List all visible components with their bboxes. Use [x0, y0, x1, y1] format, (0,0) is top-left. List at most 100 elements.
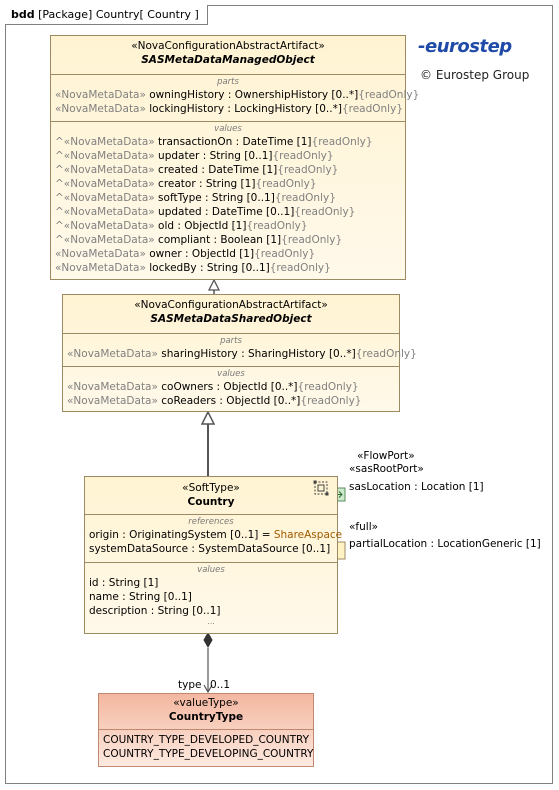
property-readonly: {readOnly} [281, 234, 343, 246]
property-row: ^«NovaMetaData» transactionOn : DateTime… [51, 135, 405, 149]
property-text: old : ObjectId [1] [154, 220, 247, 232]
country-stereotype: «SoftType» [182, 482, 240, 494]
property-stereotype: ^«NovaMetaData» [55, 192, 155, 204]
property-row: «NovaMetaData» coReaders : ObjectId [0..… [63, 394, 399, 408]
country-references-title: references [188, 517, 234, 527]
value-row: description : String [0..1] [89, 605, 221, 617]
property-readonly: {readOnly} [269, 262, 331, 274]
property-text: lockingHistory : LockingHistory [0..*] [145, 103, 342, 115]
managed-object-block[interactable]: «NovaConfigurationAbstractArtifact» SASM… [50, 35, 419, 280]
property-text: transactionOn : DateTime [1] [154, 136, 312, 148]
generalization-arrow-2 [200, 410, 216, 425]
country-values-compartment: values id : String [1] name : String [0..… [85, 562, 337, 626]
property-text: lockedBy : String [0..1] [145, 262, 270, 274]
reference-default: ShareAspace [273, 529, 343, 541]
flowport-stereotype: «FlowPort» [357, 450, 415, 462]
country-values-title: values [197, 565, 225, 575]
property-readonly: {readOnly} [300, 395, 362, 407]
property-stereotype: ^«NovaMetaData» [55, 164, 155, 176]
property-text: created : DateTime [1] [154, 164, 278, 176]
managed-values-compartment: values ^«NovaMetaData» transactionOn : D… [51, 121, 405, 275]
property-stereotype: ^«NovaMetaData» [55, 150, 155, 162]
property-readonly: {readOnly} [294, 206, 356, 218]
flowport-label: sasLocation : Location [1] [349, 481, 484, 493]
property-readonly: {readOnly} [358, 89, 420, 101]
property-readonly: {readOnly} [297, 381, 359, 393]
composition-diamond [203, 631, 213, 649]
countrytype-block[interactable]: «valueType» CountryType COUNTRY_TYPE_DEV… [98, 693, 314, 767]
managed-stereotype: «NovaConfigurationAbstractArtifact» [131, 40, 325, 52]
property-text: coReaders : ObjectId [0..*] [157, 395, 301, 407]
property-stereotype: ^«NovaMetaData» [55, 206, 155, 218]
property-readonly: {readOnly} [311, 136, 373, 148]
countrytype-literals: COUNTRY_TYPE_DEVELOPED_COUNTRY COUNTRY_TY… [99, 729, 313, 761]
managed-name: SASMetaDataManagedObject [141, 54, 315, 66]
property-row: ^«NovaMetaData» softType : String [0..1]… [51, 191, 405, 205]
association-multiplicity: 0..1 [210, 679, 231, 691]
property-stereotype: «NovaMetaData» [55, 248, 146, 260]
property-row: ^«NovaMetaData» compliant : Boolean [1]{… [51, 233, 405, 247]
country-values-ellipsis: ... [207, 617, 215, 626]
property-text: owningHistory : OwnershipHistory [0..*] [145, 89, 359, 101]
association-role: type [178, 679, 202, 691]
shared-values-compartment: values «NovaMetaData» coOwners : ObjectI… [63, 366, 399, 408]
countrytype-stereotype: «valueType» [173, 697, 239, 709]
shared-stereotype: «NovaConfigurationAbstractArtifact» [134, 299, 328, 311]
enum-literal: COUNTRY_TYPE_DEVELOPED_COUNTRY [103, 734, 310, 746]
property-row: «NovaMetaData» lockingHistory : LockingH… [51, 102, 405, 116]
property-row: ^«NovaMetaData» updater : String [0..1]{… [51, 149, 405, 163]
sasrootport-stereotype: «sasRootPort» [349, 463, 424, 475]
fullport-label: partialLocation : LocationGeneric [1] [349, 538, 541, 550]
property-stereotype: «NovaMetaData» [67, 348, 158, 360]
property-readonly: {readOnly} [355, 348, 417, 360]
value-row: name : String [0..1] [89, 591, 192, 603]
property-text: creator : String [1] [154, 178, 256, 190]
value-row: id : String [1] [89, 577, 159, 589]
reference-text: origin : OriginatingSystem [0..1] = [89, 529, 274, 541]
country-name: Country [187, 496, 235, 508]
property-stereotype: ^«NovaMetaData» [55, 220, 155, 232]
fullport-stereotype: «full» [349, 521, 379, 533]
property-row: «NovaMetaData» owningHistory : Ownership… [51, 88, 419, 102]
shared-parts-compartment: parts «NovaMetaData» sharingHistory : Sh… [63, 333, 417, 366]
property-row: ^«NovaMetaData» creator : String [1]{rea… [51, 177, 405, 191]
property-row: ^«NovaMetaData» updated : DateTime [0..1… [51, 205, 405, 219]
property-readonly: {readOnly} [277, 164, 339, 176]
shared-values-title: values [217, 369, 245, 379]
property-stereotype: «NovaMetaData» [67, 395, 158, 407]
country-references-compartment: references origin : OriginatingSystem [0… [85, 514, 342, 562]
property-readonly: {readOnly} [274, 192, 336, 204]
enum-literal: COUNTRY_TYPE_DEVELOPING_COUNTRY [103, 748, 314, 760]
property-stereotype: ^«NovaMetaData» [55, 136, 155, 148]
reference-row: origin : OriginatingSystem [0..1] = Shar… [85, 528, 342, 542]
reference-text: systemDataSource : SystemDataSource [0..… [89, 543, 331, 555]
country-block[interactable]: «SoftType» Country references origin : O… [84, 476, 342, 634]
property-text: owner : ObjectId [1] [145, 248, 255, 260]
generalization-arrow-1 [207, 278, 221, 291]
countrytype-name: CountryType [168, 711, 244, 723]
shared-object-block[interactable]: «NovaConfigurationAbstractArtifact» SASM… [62, 294, 417, 412]
property-row: «NovaMetaData» lockedBy : String [0..1]{… [51, 261, 405, 275]
shared-parts-title: parts [220, 336, 242, 346]
property-text: coOwners : ObjectId [0..*] [157, 381, 298, 393]
property-stereotype: «NovaMetaData» [67, 381, 158, 393]
property-row: ^«NovaMetaData» old : ObjectId [1]{readO… [51, 219, 405, 233]
managed-parts-title: parts [217, 77, 239, 87]
property-stereotype: «NovaMetaData» [55, 89, 146, 101]
property-row: «NovaMetaData» sharingHistory : SharingH… [63, 347, 417, 361]
property-text: updated : DateTime [0..1] [154, 206, 295, 218]
property-stereotype: «NovaMetaData» [55, 103, 146, 115]
property-readonly: {readOnly} [246, 220, 308, 232]
property-text: sharingHistory : SharingHistory [0..*] [157, 348, 356, 360]
property-text: updater : String [0..1] [154, 150, 273, 162]
shared-name: SASMetaDataSharedObject [150, 313, 312, 325]
managed-parts-compartment: parts «NovaMetaData» owningHistory : Own… [51, 74, 419, 121]
property-row: «NovaMetaData» owner : ObjectId [1]{read… [51, 247, 405, 261]
managed-values-title: values [214, 124, 242, 134]
property-stereotype: «NovaMetaData» [55, 262, 146, 274]
property-row: ^«NovaMetaData» created : DateTime [1]{r… [51, 163, 405, 177]
property-text: compliant : Boolean [1] [154, 234, 282, 246]
property-text: softType : String [0..1] [154, 192, 275, 204]
property-stereotype: ^«NovaMetaData» [55, 178, 155, 190]
property-readonly: {readOnly} [254, 248, 316, 260]
